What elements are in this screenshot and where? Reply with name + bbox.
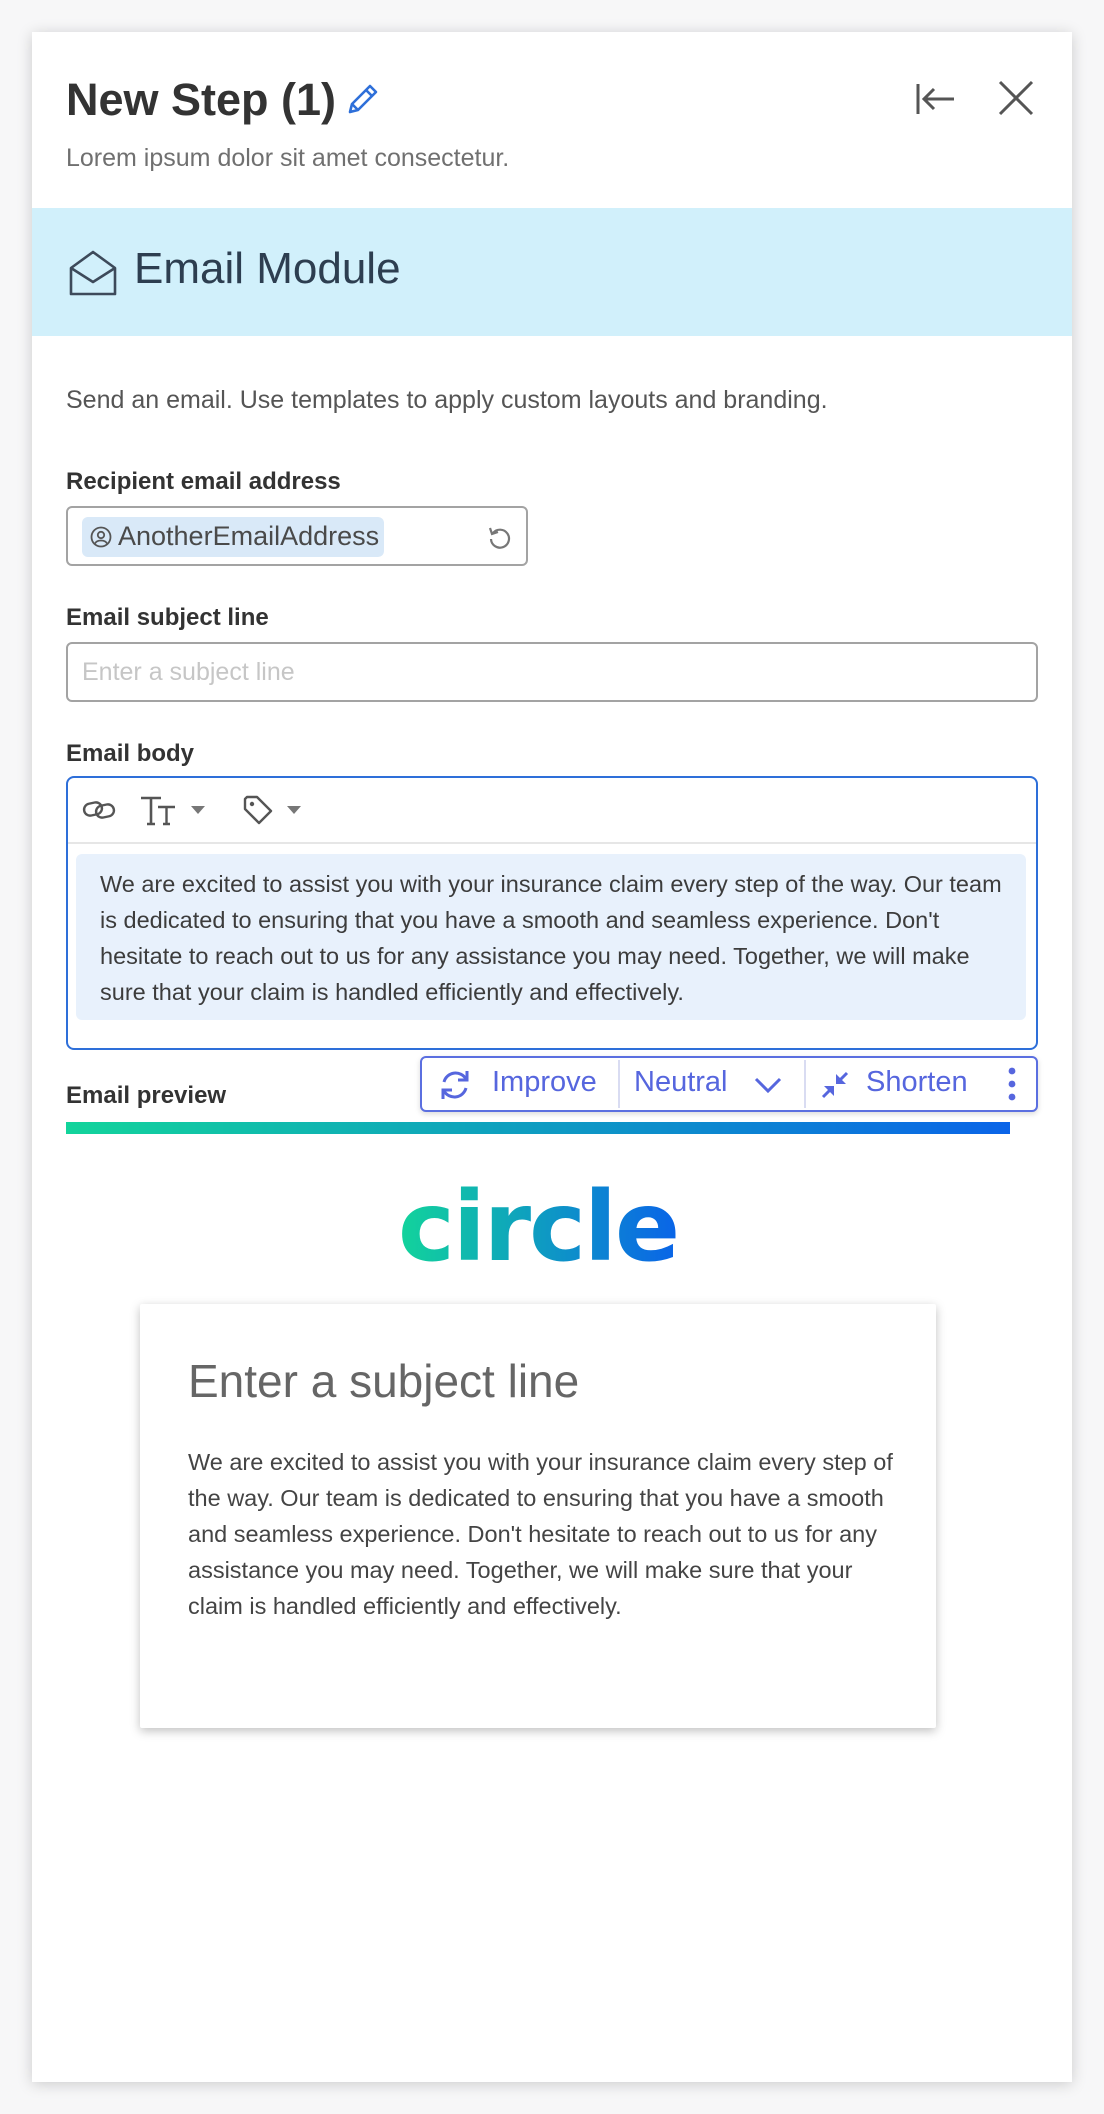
ai-rewrite-toolbar: Improve Neutral Shorten xyxy=(420,1056,1038,1112)
envelope-icon xyxy=(69,250,117,296)
recipient-label: Recipient email address xyxy=(66,468,341,495)
module-description: Send an email. Use templates to apply cu… xyxy=(66,386,828,414)
logo-text: circle xyxy=(398,1184,678,1274)
page-title: New Step (1) xyxy=(66,74,337,125)
shorten-button[interactable]: Shorten xyxy=(814,1058,986,1110)
preview-subject: Enter a subject line xyxy=(188,1355,580,1407)
subject-input[interactable] xyxy=(66,642,1038,702)
circle-logo: circle xyxy=(398,1184,678,1274)
refresh-icon xyxy=(441,1071,469,1099)
email-preview-card: Enter a subject line We are excited to a… xyxy=(140,1304,936,1728)
email-body-text[interactable]: We are excited to assist you with your i… xyxy=(76,854,1026,1020)
chevron-down-icon[interactable] xyxy=(190,804,206,816)
recipient-chip-label: AnotherEmailAddress xyxy=(118,521,380,551)
text-size-icon[interactable] xyxy=(138,790,178,830)
tone-dropdown[interactable]: Neutral xyxy=(624,1058,796,1110)
module-title: Email Module xyxy=(134,244,401,293)
preview-body: We are excited to assist you with your i… xyxy=(188,1449,893,1619)
compress-icon xyxy=(821,1071,849,1099)
tag-icon[interactable] xyxy=(242,794,274,826)
toolbar-divider xyxy=(618,1060,620,1108)
user-circle-icon xyxy=(90,526,112,548)
reset-icon[interactable] xyxy=(486,524,514,552)
close-icon[interactable] xyxy=(994,76,1038,120)
more-vertical-icon[interactable] xyxy=(1002,1066,1022,1102)
page-subtitle: Lorem ipsum dolor sit amet consectetur. xyxy=(66,144,510,172)
collapse-left-icon[interactable] xyxy=(912,76,958,122)
improve-label: Improve xyxy=(492,1066,597,1098)
recipient-field[interactable]: AnotherEmailAddress xyxy=(66,506,528,566)
preview-gradient-bar xyxy=(66,1122,1010,1134)
body-label: Email body xyxy=(66,740,195,767)
subject-label: Email subject line xyxy=(66,604,269,631)
recipient-chip[interactable]: AnotherEmailAddress xyxy=(82,517,384,557)
tone-label: Neutral xyxy=(634,1066,728,1098)
link-icon[interactable] xyxy=(82,794,116,826)
toolbar-divider xyxy=(804,1060,806,1108)
pencil-icon[interactable] xyxy=(344,80,382,118)
chevron-down-icon xyxy=(754,1077,782,1094)
editor-toolbar xyxy=(68,778,1036,844)
preview-label: Email preview xyxy=(66,1082,227,1109)
step-panel: New Step (1) Lorem ipsum dolor sit amet … xyxy=(32,32,1072,2082)
chevron-down-icon[interactable] xyxy=(286,804,302,816)
shorten-label: Shorten xyxy=(866,1066,968,1098)
improve-button[interactable]: Improve xyxy=(438,1058,610,1110)
email-body-editor[interactable]: We are excited to assist you with your i… xyxy=(66,776,1038,1050)
module-header: Email Module xyxy=(32,208,1072,336)
